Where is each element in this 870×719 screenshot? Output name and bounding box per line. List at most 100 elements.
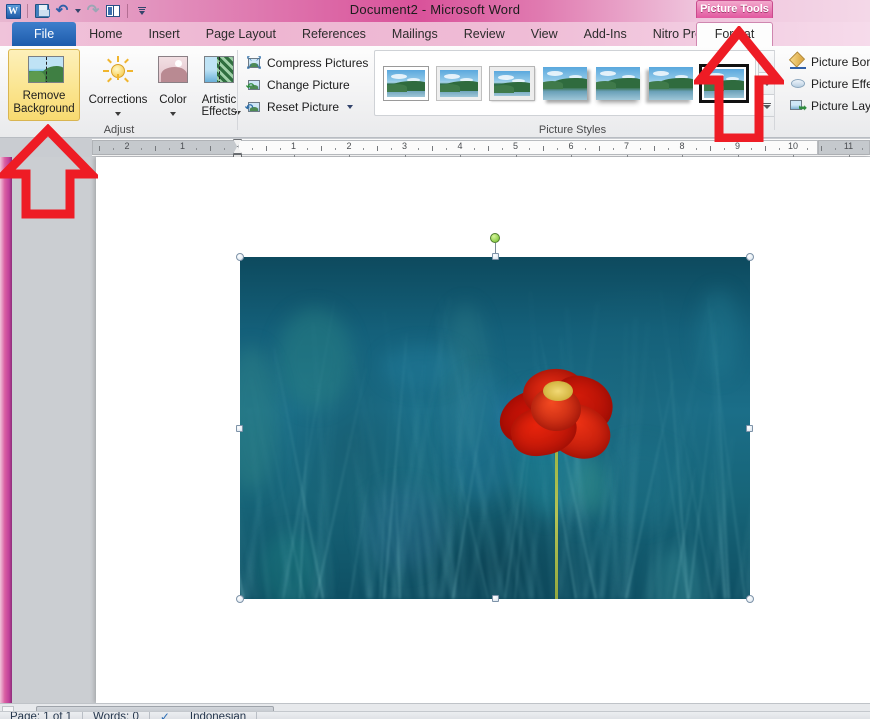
ruler-tick [862, 148, 864, 150]
handle-bottom-right[interactable] [746, 595, 754, 603]
rotate-handle[interactable] [490, 233, 500, 243]
tab-page-layout[interactable]: Page Layout [193, 22, 289, 46]
ruler-tick [113, 148, 115, 150]
picture-border-icon [788, 51, 806, 70]
ruler-number: 3 [401, 141, 408, 151]
tab-insert[interactable]: Insert [136, 22, 193, 46]
gallery-scroll-up-icon[interactable] [758, 50, 775, 73]
indent-markers[interactable] [233, 139, 243, 159]
handle-top-center[interactable] [492, 253, 499, 260]
handle-middle-right[interactable] [746, 425, 753, 432]
ruler-tick [654, 146, 656, 151]
status-words[interactable]: Words: 0 [83, 712, 149, 719]
picture-effects-icon [790, 76, 806, 92]
tab-mailings[interactable]: Mailings [379, 22, 451, 46]
tab-file[interactable]: File [12, 22, 77, 46]
compress-pictures-button[interactable]: ↖ ↗ ↙ ↘ Compress Pictures [246, 53, 368, 73]
gallery-more-icon[interactable] [758, 94, 775, 117]
picture-style-thumbnail[interactable] [433, 62, 485, 104]
poppy-flower [492, 365, 625, 599]
handle-bottom-center[interactable] [492, 595, 499, 602]
ruler-tick [723, 148, 725, 150]
reset-picture-label: Reset Picture [267, 100, 340, 114]
picture-style-thumbnail[interactable] [486, 62, 538, 104]
handle-bottom-left[interactable] [236, 595, 244, 603]
ruler-tick [473, 148, 475, 150]
picture-style-thumbnail[interactable] [645, 62, 697, 104]
tab-add-ins[interactable]: Add-Ins [571, 22, 640, 46]
ruler-tick [168, 148, 170, 150]
horizontal-ruler[interactable]: 2 1 1 2 3 4 5 6 7 8 9 10 11 [92, 139, 870, 159]
picture-tools-contextual-label: Picture Tools [696, 0, 773, 18]
ribbon-group-picture-commands: Picture Border Picture Effects ➥ Picture… [786, 46, 870, 138]
ruler-tick [418, 148, 420, 150]
handle-top-right[interactable] [746, 253, 754, 261]
picture-layout-icon: ➥ [790, 98, 807, 114]
picture-style-thumbnail-selected[interactable] [698, 62, 750, 104]
corrections-label: Corrections [88, 94, 148, 106]
compress-pictures-label: Compress Pictures [267, 56, 369, 70]
artistic-effects-icon [204, 56, 234, 83]
picture-border-label: Picture Border [811, 55, 870, 69]
picture-style-thumbnail[interactable] [592, 62, 644, 104]
ruler-tick [598, 146, 600, 151]
ruler-number: 4 [457, 141, 463, 151]
reset-picture-dropdown-icon[interactable] [347, 105, 354, 109]
picture-layout-label: Picture Layout [811, 99, 870, 113]
picture-style-thumbnail[interactable] [539, 62, 591, 104]
first-line-indent-marker[interactable] [233, 139, 242, 147]
picture-layout-button[interactable]: ➥ Picture Layout [790, 96, 870, 116]
ruler-number: 9 [734, 141, 741, 151]
ruler-tick [612, 148, 614, 150]
tab-home[interactable]: Home [76, 22, 135, 46]
handle-middle-left[interactable] [236, 425, 243, 432]
ruler-number: 6 [568, 141, 574, 151]
artistic-effects-dropdown-icon[interactable] [235, 111, 241, 115]
ruler-tick [321, 146, 323, 151]
reset-picture-button[interactable]: ↶ Reset Picture [245, 97, 354, 117]
remove-background-button[interactable]: Remove Background [8, 49, 80, 121]
color-icon [158, 56, 188, 83]
ruler-tick [210, 146, 212, 151]
selected-picture[interactable] [236, 233, 754, 603]
picture-style-thumbnail[interactable] [380, 62, 432, 104]
gallery-scroll-down-icon[interactable] [758, 72, 775, 95]
ruler-number: 2 [346, 141, 352, 151]
handle-top-left[interactable] [236, 253, 244, 261]
ruler-tick [668, 148, 670, 150]
remove-background-label-line1: Remove [22, 90, 66, 102]
ruler-tick [501, 148, 503, 150]
corrections-dropdown-icon[interactable] [115, 112, 121, 116]
picture-effects-label: Picture Effects [811, 77, 870, 91]
artistic-effects-button[interactable]: Artistic Effects [196, 49, 242, 121]
group-divider-styles [774, 50, 775, 130]
ruler-number: 10 [787, 141, 799, 151]
status-page[interactable]: Page: 1 of 1 [0, 712, 82, 719]
picture-border-button[interactable]: Picture Border [788, 51, 870, 72]
ruler-tick [307, 148, 309, 150]
ruler-tick [487, 146, 489, 151]
change-picture-label: Change Picture [267, 78, 350, 92]
color-dropdown-icon[interactable] [170, 112, 176, 116]
gallery-scroll-buttons[interactable] [758, 50, 775, 117]
title-bar: W ↶ ↷ Document2 - Microsoft Word Picture… [0, 0, 870, 22]
tab-review[interactable]: Review [451, 22, 518, 46]
color-button[interactable]: Color [148, 49, 198, 121]
proofing-status-icon[interactable]: ✓ [150, 712, 180, 719]
tab-view[interactable]: View [518, 22, 571, 46]
poppy-flower-photo[interactable] [240, 257, 750, 599]
hanging-indent-marker[interactable] [233, 146, 242, 154]
change-picture-button[interactable]: ↶ Change Picture [246, 75, 350, 95]
ruler-number: 1 [179, 141, 186, 151]
status-language[interactable]: Indonesian [180, 712, 256, 719]
picture-effects-button[interactable]: Picture Effects [790, 74, 870, 94]
ruler-tick [362, 148, 364, 150]
document-page[interactable] [96, 157, 870, 703]
reset-picture-icon: ↶ [245, 99, 262, 115]
tab-format[interactable]: Format [696, 22, 773, 46]
ruler-number: 1 [290, 141, 297, 151]
ruler-tick [265, 146, 267, 151]
corrections-button[interactable]: Corrections [88, 49, 148, 121]
picture-styles-gallery[interactable] [374, 50, 756, 116]
tab-references[interactable]: References [289, 22, 379, 46]
